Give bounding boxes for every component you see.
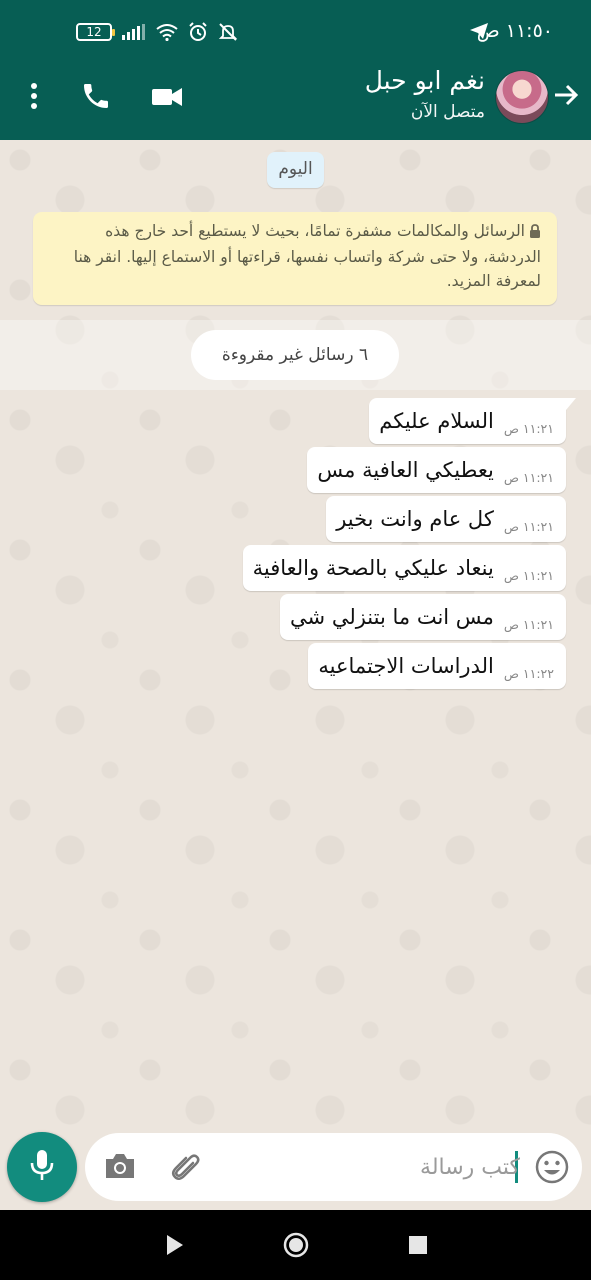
nav-back-icon[interactable] [165,1234,185,1260]
lock-icon [529,221,541,245]
status-bar: 12 ١١:٥٠ ص [0,0,591,56]
message-time: ١١:٢٢ ص [503,665,554,681]
message-text: السلام عليكم [379,409,494,433]
microphone-button[interactable] [7,1132,77,1202]
emoji-icon[interactable] [534,1149,570,1189]
nav-home-icon[interactable] [283,1232,309,1262]
microphone-icon [28,1148,56,1186]
message-bubble[interactable]: السلام عليكم ١١:٢١ ص [369,398,576,444]
nav-recents-icon[interactable] [409,1236,427,1254]
message-text: كل عام وانت بخير [336,507,494,531]
encryption-notice-text: الرسائل والمكالمات مشفرة تمامًا، بحيث لا… [73,222,541,290]
system-nav-bar [0,1210,591,1280]
message-bubble[interactable]: كل عام وانت بخير ١١:٢١ ص [326,496,566,542]
message-bubble[interactable]: الدراسات الاجتماعيه ١١:٢٢ ص [308,643,566,689]
back-arrow-icon[interactable] [553,82,579,112]
unread-count-chip: ٦ رسائل غير مقروءة [191,330,399,380]
paperclip-icon[interactable] [169,1151,203,1189]
message-time: ١١:٢١ ص [503,616,554,632]
encryption-notice[interactable]: الرسائل والمكالمات مشفرة تمامًا، بحيث لا… [33,212,557,305]
message-text: الدراسات الاجتماعيه [318,654,494,678]
chat-header: نغم ابو حبل متصل الآن [0,56,591,140]
message-input[interactable] [290,1147,520,1187]
alarm-icon [188,22,208,42]
signal-icon [122,24,146,40]
chat-area[interactable]: اليوم الرسائل والمكالمات مشفرة تمامًا، ب… [0,140,591,1132]
video-call-icon[interactable] [150,80,184,118]
contact-name[interactable]: نغم ابو حبل [365,66,485,95]
voice-call-icon[interactable] [80,80,112,116]
status-icons: 12 [76,22,238,42]
message-bubble[interactable]: مس انت ما بتنزلي شي ١١:٢١ ص [280,594,566,640]
message-bubble[interactable]: ينعاد عليكي بالصحة والعافية ١١:٢١ ص [242,545,566,591]
status-time: ١١:٥٠ ص [476,20,553,42]
message-time: ١١:٢١ ص [503,567,554,583]
battery-icon: 12 [76,23,115,41]
message-time: ١١:٢١ ص [503,420,554,436]
message-text: يعطيكي العافية مس [317,458,494,482]
message-time: ١١:٢١ ص [503,518,554,534]
avatar[interactable] [495,70,549,124]
message-text: ينعاد عليكي بالصحة والعافية [252,556,494,580]
message-bubble[interactable]: يعطيكي العافية مس ١١:٢١ ص [307,447,566,493]
message-text: مس انت ما بتنزلي شي [290,605,494,629]
more-options-icon[interactable] [22,80,46,116]
date-chip: اليوم [267,152,324,188]
unread-divider: ٦ رسائل غير مقروءة [0,320,591,390]
mute-bell-icon [218,22,238,42]
message-composer [85,1133,582,1201]
contact-status: متصل الآن [410,102,485,122]
wifi-icon [156,23,178,41]
camera-icon[interactable] [103,1151,137,1185]
message-time: ١١:٢١ ص [503,469,554,485]
